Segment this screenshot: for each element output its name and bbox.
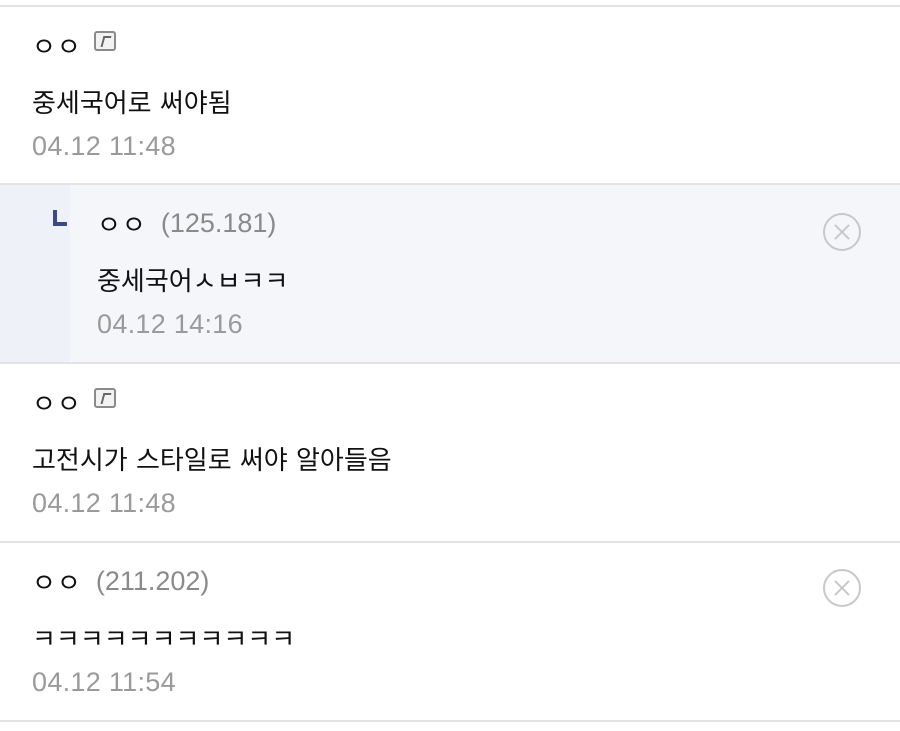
reply-item: ㅇㅇ (125.181) 중세국어ㅅㅂㅋㅋ 04.12 14:16: [0, 185, 900, 362]
comment-timestamp: 04.12 14:16: [97, 309, 243, 339]
comment-text: 고전시가 스타일로 써야 알아들음: [32, 446, 392, 476]
comment-author-row: ㅇㅇ: [32, 384, 116, 420]
circle-x-icon[interactable]: [823, 213, 861, 251]
comment-item: ㅇㅇ 고전시가 스타일로 써야 알아들음 04.12 11:48: [0, 364, 900, 541]
comment-author-row: ㅇㅇ (125.181): [97, 205, 276, 241]
comment-ip: (211.202): [95, 565, 210, 596]
circle-x-icon[interactable]: [823, 569, 861, 607]
comment-nickname[interactable]: ㅇㅇ: [32, 384, 82, 421]
gallog-icon[interactable]: [93, 31, 116, 51]
comment-text: ㅋㅋㅋㅋㅋㅋㅋㅋㅋㅋㅋ: [32, 625, 296, 655]
comment-text: 중세국어로 써야됨: [32, 89, 232, 119]
comment-item: ㅇㅇ (211.202) ㅋㅋㅋㅋㅋㅋㅋㅋㅋㅋㅋ 04.12 11:54: [0, 543, 900, 720]
comment-text: 중세국어ㅅㅂㅋㅋ: [97, 267, 289, 297]
comment-timestamp: 04.12 11:48: [32, 131, 176, 161]
gallog-icon[interactable]: [93, 388, 116, 408]
reply-arrow-icon: [53, 210, 67, 226]
comment-timestamp: 04.12 11:54: [32, 667, 176, 697]
comment-ip: (125.181): [160, 207, 277, 238]
comment-timestamp: 04.12 11:48: [32, 488, 176, 518]
comment-nickname[interactable]: ㅇㅇ: [32, 563, 82, 600]
comment-nickname[interactable]: ㅇㅇ: [32, 27, 82, 64]
divider: [0, 720, 900, 722]
comment-item: ㅇㅇ 중세국어로 써야됨 04.12 11:48: [0, 7, 900, 183]
comment-author-row: ㅇㅇ (211.202): [32, 563, 209, 599]
comment-list: ㅇㅇ 중세국어로 써야됨 04.12 11:48 ㅇㅇ (125.181) 중세…: [0, 0, 900, 731]
comment-author-row: ㅇㅇ: [32, 27, 116, 63]
comment-nickname[interactable]: ㅇㅇ: [97, 205, 147, 242]
